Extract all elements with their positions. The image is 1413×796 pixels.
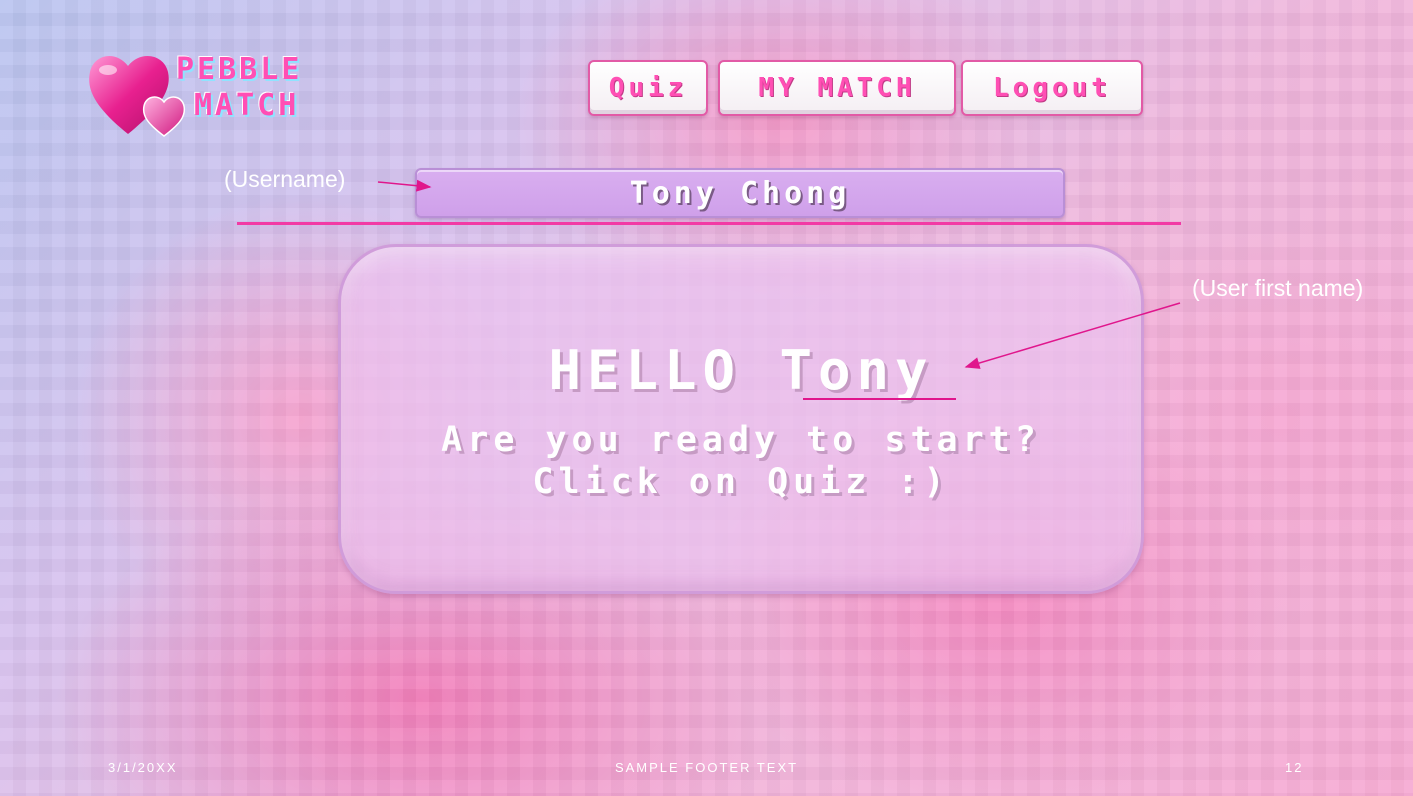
- username-annotation: (Username): [224, 166, 346, 192]
- user-first-name: Tony: [779, 339, 934, 402]
- welcome-card: HELLO Tony Are you ready to start? Click…: [338, 244, 1144, 594]
- first-name-annotation: (User first name): [1192, 275, 1364, 301]
- prompt-line-1: Are you ready to start?: [441, 420, 1041, 460]
- quiz-prompt: Are you ready to start? Click on Quiz :): [341, 419, 1141, 503]
- greeting-word: HELLO: [548, 339, 741, 402]
- first-name-underline: [803, 398, 956, 400]
- logo-text: PEBBLE MATCH: [176, 52, 302, 124]
- my-match-button[interactable]: MY MATCH: [718, 60, 956, 116]
- quiz-button[interactable]: Quiz: [588, 60, 708, 116]
- username-bar: Tony Chong: [415, 168, 1065, 218]
- logout-button[interactable]: Logout: [961, 60, 1143, 116]
- header-divider: [237, 222, 1181, 225]
- pebble-match-logo: PEBBLE MATCH: [86, 44, 346, 144]
- prompt-line-2: Click on Quiz :): [532, 462, 950, 502]
- logo-line-2: MATCH: [194, 88, 300, 123]
- greeting-heading: HELLO Tony: [341, 339, 1141, 402]
- footer-text: SAMPLE FOOTER TEXT: [614, 760, 799, 775]
- footer-page-number: 12: [1285, 760, 1304, 775]
- logo-line-1: PEBBLE: [176, 52, 303, 87]
